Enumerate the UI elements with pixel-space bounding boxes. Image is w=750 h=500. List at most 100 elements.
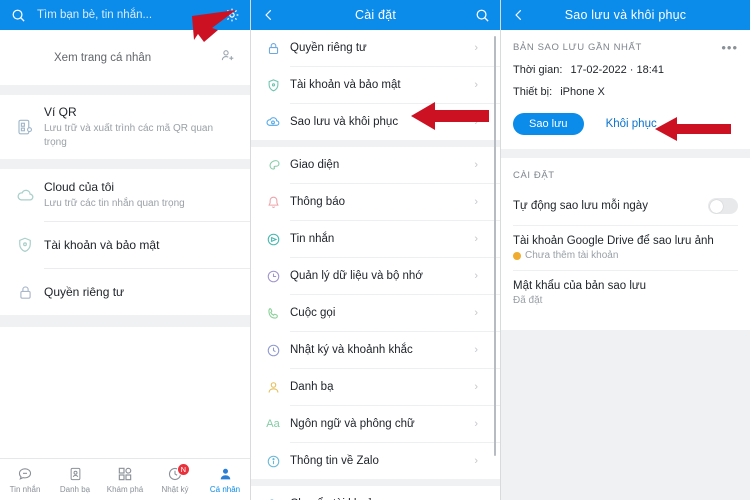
settings-list: Quyền riêng tư › Tài khoản và bảo mật › bbox=[251, 30, 500, 500]
auto-backup-row[interactable]: Tự động sao lưu mỗi ngày bbox=[501, 187, 750, 225]
settings-item-label: Giao diện bbox=[290, 159, 340, 171]
chevron-right-icon: › bbox=[474, 344, 478, 356]
nav-item-personal[interactable]: Cá nhân bbox=[200, 465, 250, 494]
section-divider bbox=[0, 85, 250, 95]
cloud-sync-icon bbox=[261, 114, 285, 130]
nav-item-contacts[interactable]: Danh bạ bbox=[50, 465, 100, 494]
google-drive-row[interactable]: Tài khoản Google Drive để sao lưu ảnh Ch… bbox=[501, 226, 750, 270]
settings-item-messages[interactable]: Tin nhắn › bbox=[251, 221, 500, 257]
more-horizontal-icon[interactable]: ••• bbox=[721, 41, 738, 54]
backup-time-label: Thời gian: bbox=[513, 64, 563, 76]
profile-link-label: Xem trang cá nhân bbox=[54, 51, 152, 64]
search-icon[interactable] bbox=[472, 5, 492, 25]
search-input[interactable]: Tìm bạn bè, tin nhắn... bbox=[28, 9, 222, 21]
contacts-person-icon bbox=[261, 380, 285, 395]
settings-item-contacts[interactable]: Danh bạ › bbox=[251, 369, 500, 405]
backup-device-label: Thiết bị: bbox=[513, 86, 553, 98]
chevron-left-icon[interactable] bbox=[509, 5, 529, 25]
list-item-qr-wallet[interactable]: Ví QR Lưu trữ và xuất trình các mã QR qu… bbox=[0, 95, 250, 159]
chevron-right-icon: › bbox=[474, 116, 478, 128]
gear-icon[interactable] bbox=[222, 5, 242, 25]
chat-bubble-icon bbox=[17, 465, 33, 483]
settings-item-about-zalo[interactable]: Thông tin về Zalo › bbox=[251, 443, 500, 479]
chevron-right-icon: › bbox=[474, 270, 478, 282]
chevron-right-icon: › bbox=[474, 42, 478, 54]
nav-item-messages[interactable]: Tin nhắn bbox=[0, 465, 50, 494]
auto-backup-label: Tự động sao lưu mỗi ngày bbox=[513, 200, 648, 212]
latest-backup-section-header: BẢN SAO LƯU GẦN NHẤT ••• bbox=[501, 30, 750, 59]
nav-item-diary[interactable]: N Nhật ký bbox=[150, 463, 200, 494]
add-friend-icon[interactable] bbox=[220, 47, 236, 68]
settings-item-language-font[interactable]: Aa Ngôn ngữ và phông chữ › bbox=[251, 406, 500, 442]
list-item-my-cloud[interactable]: Cloud của tôi Lưu trữ các tin nhắn quan … bbox=[0, 169, 250, 221]
settings-header: Cài đặt bbox=[251, 0, 500, 30]
chevron-right-icon: › bbox=[474, 196, 478, 208]
nav-item-discover[interactable]: Khám phá bbox=[100, 465, 150, 494]
backup-password-status: Đã đặt bbox=[513, 295, 738, 306]
settings-item-label: Sao lưu và khôi phục bbox=[290, 116, 399, 128]
qr-wallet-icon bbox=[12, 118, 38, 136]
auto-backup-toggle[interactable] bbox=[708, 198, 738, 214]
backup-password-status-text: Đã đặt bbox=[513, 295, 543, 306]
bottom-navigation: Tin nhắn Danh bạ Khám phá N Nhật ký Cá n… bbox=[0, 458, 250, 500]
chevron-right-icon: › bbox=[474, 159, 478, 171]
backup-password-row[interactable]: Mật khẩu của bản sao lưu Đã đặt bbox=[501, 271, 750, 315]
settings-item-backup-restore[interactable]: Sao lưu và khôi phục › bbox=[251, 104, 500, 140]
settings-item-label: Quyền riêng tư bbox=[290, 42, 367, 54]
settings-item-calls[interactable]: Cuộc gọi › bbox=[251, 295, 500, 331]
nav-item-label: Nhật ký bbox=[161, 485, 189, 494]
backup-header: Sao lưu và khôi phục bbox=[501, 0, 750, 30]
list-item-account-security[interactable]: Tài khoản và bảo mật bbox=[0, 222, 250, 268]
phone-icon bbox=[261, 306, 285, 321]
timeline-clock-icon bbox=[261, 343, 285, 358]
panel-profile: Tìm bạn bè, tin nhắn... Xem trang cá nhâ… bbox=[0, 0, 250, 500]
person-icon bbox=[218, 465, 233, 483]
nav-item-label: Tin nhắn bbox=[9, 485, 41, 494]
profile-row[interactable]: Xem trang cá nhân bbox=[0, 30, 250, 85]
header-spacer bbox=[722, 5, 742, 25]
cloud-icon bbox=[12, 186, 38, 205]
settings-item-account-security[interactable]: Tài khoản và bảo mật › bbox=[251, 67, 500, 103]
panel-backup-restore: Sao lưu và khôi phục BẢN SAO LƯU GẦN NHẤ… bbox=[500, 0, 750, 500]
avatar bbox=[12, 40, 46, 75]
google-drive-label: Tài khoản Google Drive để sao lưu ảnh bbox=[513, 235, 714, 247]
chevron-right-icon: › bbox=[474, 233, 478, 245]
settings-item-data-storage[interactable]: Quản lý dữ liệu và bộ nhớ › bbox=[251, 258, 500, 294]
lock-icon bbox=[261, 41, 285, 56]
toggle-knob bbox=[709, 199, 723, 213]
lock-icon bbox=[12, 284, 38, 301]
settings-item-label: Ngôn ngữ và phông chữ bbox=[290, 418, 415, 430]
settings-item-label: Cuộc gọi bbox=[290, 307, 336, 319]
chevron-right-icon: › bbox=[474, 79, 478, 91]
timeline-clock-icon: N bbox=[167, 463, 190, 483]
chevron-right-icon: › bbox=[474, 307, 478, 319]
empty-area bbox=[501, 330, 750, 500]
restore-link[interactable]: Khôi phục bbox=[606, 118, 657, 130]
settings-section-header: CÀI ĐẶT bbox=[501, 158, 750, 187]
settings-item-label: Danh bạ bbox=[290, 381, 334, 393]
left-header: Tìm bạn bè, tin nhắn... bbox=[0, 0, 250, 30]
settings-item-switch-account[interactable]: Chuyển tài khoản › bbox=[251, 486, 500, 500]
chevron-left-icon[interactable] bbox=[259, 5, 279, 25]
search-icon[interactable] bbox=[8, 5, 28, 25]
storage-clock-icon bbox=[261, 269, 285, 284]
settings-item-privacy[interactable]: Quyền riêng tư › bbox=[251, 30, 500, 66]
nav-item-label: Khám phá bbox=[106, 485, 144, 494]
panel-settings: Cài đặt Quyền riêng tư › Tài khoản và bả… bbox=[250, 0, 500, 500]
section-divider bbox=[0, 315, 250, 327]
nav-item-label: Danh bạ bbox=[59, 485, 91, 494]
list-item-title: Cloud của tôi bbox=[44, 180, 115, 194]
settings-item-label: Thông báo bbox=[290, 196, 345, 208]
settings-item-notifications[interactable]: Thông báo › bbox=[251, 184, 500, 220]
theme-icon bbox=[261, 158, 285, 173]
shield-icon bbox=[261, 78, 285, 93]
backup-button[interactable]: Sao lưu bbox=[513, 113, 584, 135]
settings-item-appearance[interactable]: Giao diện › bbox=[251, 147, 500, 183]
list-item-title: Quyền riêng tư bbox=[44, 285, 125, 299]
section-title: BẢN SAO LƯU GẦN NHẤT bbox=[513, 42, 642, 53]
list-item-privacy[interactable]: Quyền riêng tư bbox=[0, 269, 250, 315]
settings-item-diary-moments[interactable]: Nhật ký và khoảnh khắc › bbox=[251, 332, 500, 368]
settings-item-label: Tin nhắn bbox=[290, 233, 335, 245]
backup-time-row: Thời gian: 17-02-2022 · 18:41 bbox=[501, 59, 750, 81]
scrollbar[interactable] bbox=[494, 36, 496, 456]
